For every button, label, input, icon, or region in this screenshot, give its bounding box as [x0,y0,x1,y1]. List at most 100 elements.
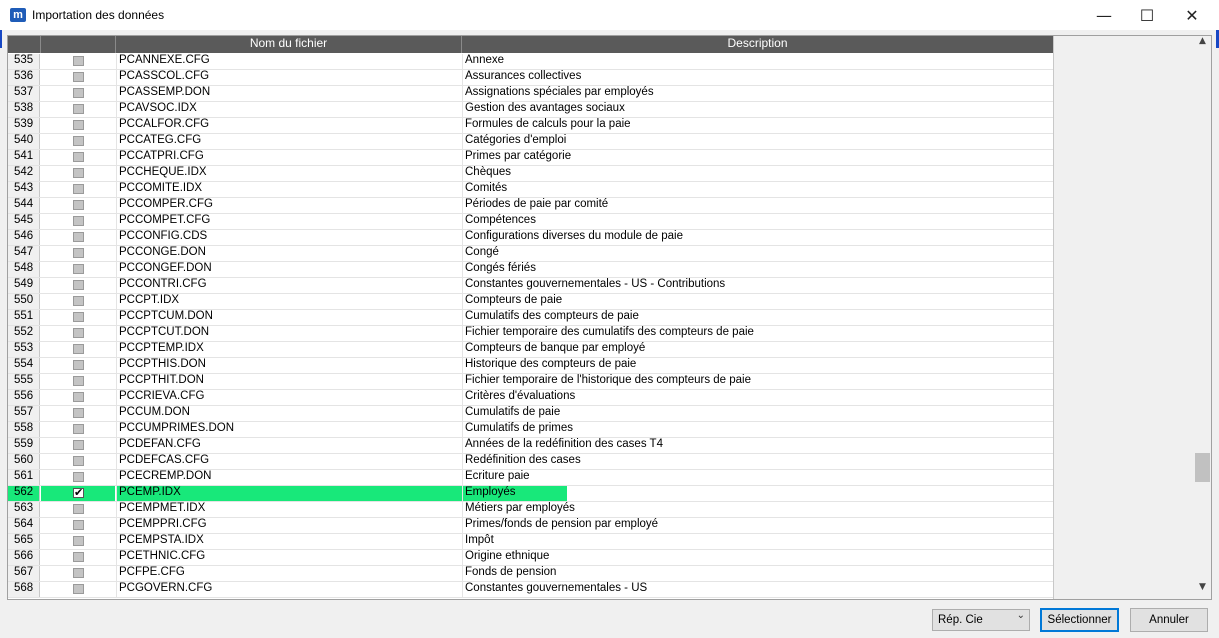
row-description[interactable]: Compteurs de paie [462,294,1056,309]
checkbox-icon[interactable] [73,408,84,418]
row-checkbox-cell[interactable] [41,214,115,229]
scroll-down-icon[interactable]: ▼ [1194,582,1211,599]
row-checkbox-cell[interactable] [41,102,115,117]
row-description[interactable]: Primes/fonds de pension par employé [462,518,1056,533]
row-checkbox-cell[interactable] [41,566,115,581]
table-row[interactable]: 560 PCDEFCAS.CFG Redéfinition des cases [8,454,1053,470]
row-description[interactable]: Impôt [462,534,1056,549]
row-checkbox-cell[interactable] [41,486,115,501]
checkbox-icon[interactable] [73,72,84,82]
table-row[interactable]: 559 PCDEFAN.CFG Années de la redéfinition … [8,438,1053,454]
row-description[interactable]: Écriture paie [462,470,1056,485]
row-filename[interactable]: PCEMPSTA.IDX [116,534,464,549]
table-row[interactable]: 537 PCASSEMP.DON Assignations spéciales pa… [8,86,1053,102]
row-checkbox-cell[interactable] [41,390,115,405]
row-checkbox-cell[interactable] [41,134,115,149]
checkbox-icon[interactable] [73,584,84,594]
row-description[interactable]: Fichier temporaire des cumulatifs des co… [462,326,1056,341]
row-description[interactable]: Annexe [462,54,1056,69]
checkbox-checked-icon[interactable] [73,486,84,499]
checkbox-icon[interactable] [73,296,84,306]
row-checkbox-cell[interactable] [41,406,115,421]
row-description[interactable]: Configurations diverses du module de pai… [462,230,1056,245]
row-filename[interactable]: PCCATEG.CFG [116,134,464,149]
checkbox-icon[interactable] [73,552,84,562]
row-description[interactable]: Assurances collectives [462,70,1056,85]
row-checkbox-cell[interactable] [41,326,115,341]
table-row[interactable]: 541 PCCATPRI.CFG Primes par catégorie [8,150,1053,166]
row-filename[interactable]: PCCUM.DON [116,406,464,421]
checkbox-icon[interactable] [73,376,84,386]
table-row[interactable]: 544 PCCOMPER.CFG Périodes de paie par comi… [8,198,1053,214]
table-row[interactable]: 535 PCANNEXE.CFG Annexe [8,54,1053,70]
scroll-thumb[interactable] [1195,453,1210,482]
row-filename[interactable]: PCGOVERN.CFG [116,582,464,597]
checkbox-icon[interactable] [73,360,84,370]
table-row[interactable]: 552 PCCPTCUT.DON Fichier temporaire des cu… [8,326,1053,342]
row-checkbox-cell[interactable] [41,310,115,325]
close-button[interactable]: ✕ [1169,0,1215,30]
checkbox-icon[interactable] [73,536,84,546]
table-row[interactable]: 562 PCEMP.IDXEmployés [8,486,1056,502]
row-checkbox-cell[interactable] [41,470,115,485]
row-checkbox-cell[interactable] [41,262,115,277]
table-row[interactable]: 565 PCEMPSTA.IDX Impôt [8,534,1053,550]
row-checkbox-cell[interactable] [41,118,115,133]
row-checkbox-cell[interactable] [41,550,115,565]
checkbox-icon[interactable] [73,456,84,466]
table-row[interactable]: 542 PCCHEQUE.IDX Chèques [8,166,1053,182]
row-description[interactable]: Employés [462,486,1056,501]
row-checkbox-cell[interactable] [41,278,115,293]
row-description[interactable]: Congés fériés [462,262,1056,277]
checkbox-icon[interactable] [73,568,84,578]
table-row[interactable]: 539 PCCALFOR.CFG Formules de calculs pour … [8,118,1053,134]
row-description[interactable]: Fichier temporaire de l'historique des c… [462,374,1056,389]
row-checkbox-cell[interactable] [41,198,115,213]
table-row[interactable]: 556 PCCRIEVA.CFG Critères d'évaluations [8,390,1053,406]
row-checkbox-cell[interactable] [41,246,115,261]
checkbox-icon[interactable] [73,168,84,178]
row-checkbox-cell[interactable] [41,454,115,469]
row-filename[interactable]: PCCATPRI.CFG [116,150,464,165]
row-description[interactable]: Gestion des avantages sociaux [462,102,1056,117]
row-filename[interactable]: PCCONGEF.DON [116,262,464,277]
table-row[interactable]: 546 PCCONFIG.CDS Configurations diverses d… [8,230,1053,246]
table-row[interactable]: 550 PCCPT.IDX Compteurs de paie [8,294,1053,310]
row-description[interactable]: Fonds de pension [462,566,1056,581]
row-filename[interactable]: PCCPTCUT.DON [116,326,464,341]
row-description[interactable]: Compteurs de banque par employé [462,342,1056,357]
row-filename[interactable]: PCFPE.CFG [116,566,464,581]
row-description[interactable]: Origine ethnique [462,550,1056,565]
row-filename[interactable]: PCCPT.IDX [116,294,464,309]
row-checkbox-cell[interactable] [41,422,115,437]
row-checkbox-cell[interactable] [41,438,115,453]
table-row[interactable]: 547 PCCONGE.DON Congé [8,246,1053,262]
checkbox-icon[interactable] [73,200,84,210]
table-row[interactable]: 549 PCCONTRI.CFG Constantes gouvernemental… [8,278,1053,294]
row-filename[interactable]: PCCOMPER.CFG [116,198,464,213]
row-description[interactable]: Chèques [462,166,1056,181]
cancel-button[interactable]: Annuler [1130,608,1208,632]
row-checkbox-cell[interactable] [41,166,115,181]
row-checkbox-cell[interactable] [41,582,115,597]
row-filename[interactable]: PCCPTHIT.DON [116,374,464,389]
checkbox-icon[interactable] [73,88,84,98]
row-filename[interactable]: PCCHEQUE.IDX [116,166,464,181]
row-description[interactable]: Compétences [462,214,1056,229]
row-filename[interactable]: PCCONGE.DON [116,246,464,261]
row-description[interactable]: Assignations spéciales par employés [462,86,1056,101]
table-row[interactable]: 553 PCCPTEMP.IDX Compteurs de banque par e… [8,342,1053,358]
checkbox-icon[interactable] [73,136,84,146]
row-filename[interactable]: PCCALFOR.CFG [116,118,464,133]
row-filename[interactable]: PCCONFIG.CDS [116,230,464,245]
table-row[interactable]: 561 PCECREMP.DON Écriture paie [8,470,1053,486]
table-row[interactable]: 564 PCEMPPRI.CFG Primes/fonds de pension p… [8,518,1053,534]
directory-select[interactable]: Rép. Cie ⌄ [932,609,1030,631]
row-filename[interactable]: PCECREMP.DON [116,470,464,485]
row-description[interactable]: Historique des compteurs de paie [462,358,1056,373]
row-filename[interactable]: PCCUMPRIMES.DON [116,422,464,437]
row-filename[interactable]: PCCPTHIS.DON [116,358,464,373]
row-filename[interactable]: PCDEFCAS.CFG [116,454,464,469]
table-row[interactable]: 566 PCETHNIC.CFG Origine ethnique [8,550,1053,566]
row-checkbox-cell[interactable] [41,358,115,373]
